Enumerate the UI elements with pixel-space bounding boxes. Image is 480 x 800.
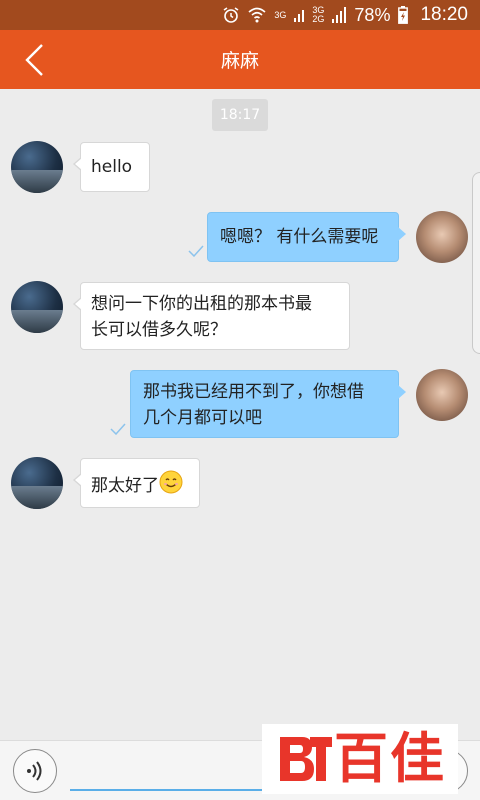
- back-button[interactable]: [12, 38, 56, 82]
- smiling-face-icon: [159, 470, 183, 502]
- chat-header: 麻麻: [0, 30, 480, 89]
- alarm-icon: [222, 6, 240, 24]
- contact-avatar[interactable]: [11, 457, 63, 509]
- status-time: 18:20: [420, 4, 468, 25]
- signal-icon-2: [332, 7, 347, 23]
- message-bubble-incoming[interactable]: 那太好了: [73, 458, 200, 508]
- status-bar: 3G 3G 2G 78% 18:20: [0, 0, 480, 30]
- message-bubble-incoming[interactable]: 想问一下你的出租的那本书最 长可以借多久呢？: [73, 282, 350, 350]
- message-text-line: 几个月都可以吧: [143, 408, 262, 428]
- battery-charging-icon: [398, 6, 409, 24]
- bt-logo-icon: [280, 737, 332, 781]
- voice-input-button[interactable]: [13, 749, 57, 793]
- network-2g-bottom: 2G: [312, 14, 325, 24]
- network-3g-label: 3G: [274, 9, 287, 20]
- read-check-icon: [110, 423, 126, 435]
- message-text-line: 那书我已经用不到了，你想借: [143, 382, 364, 402]
- message-bubble-outgoing[interactable]: 那书我已经用不到了，你想借 几个月都可以吧: [130, 370, 406, 438]
- watermark-text: 百佳: [334, 727, 446, 790]
- message-text-line: 想问一下你的出租的那本书最: [91, 294, 312, 314]
- message-text: 嗯嗯？ 有什么需要呢: [220, 227, 379, 247]
- chevron-left-icon: [25, 44, 43, 76]
- message-text: 那太好了: [91, 476, 159, 496]
- message-bubble-outgoing[interactable]: 嗯嗯？ 有什么需要呢: [207, 212, 406, 262]
- signal-icon-1: [294, 8, 305, 22]
- network-dual-label: 3G 2G: [312, 6, 324, 24]
- battery-percent: 78%: [354, 4, 391, 25]
- contact-avatar[interactable]: [11, 141, 63, 193]
- contact-avatar[interactable]: [11, 281, 63, 333]
- voice-icon: [27, 761, 42, 781]
- chat-title: 麻麻: [220, 50, 259, 72]
- my-avatar[interactable]: [416, 211, 468, 263]
- brand-watermark: 百佳: [262, 724, 458, 794]
- wifi-icon: [248, 7, 266, 23]
- time-divider: 18:17: [212, 99, 268, 131]
- message-bubble-incoming[interactable]: hello: [73, 142, 150, 192]
- read-check-icon: [188, 245, 204, 257]
- message-text-line: 长可以借多久呢？: [91, 320, 227, 340]
- side-drawer-handle[interactable]: [472, 172, 480, 354]
- my-avatar[interactable]: [416, 369, 468, 421]
- message-text: hello: [91, 157, 133, 177]
